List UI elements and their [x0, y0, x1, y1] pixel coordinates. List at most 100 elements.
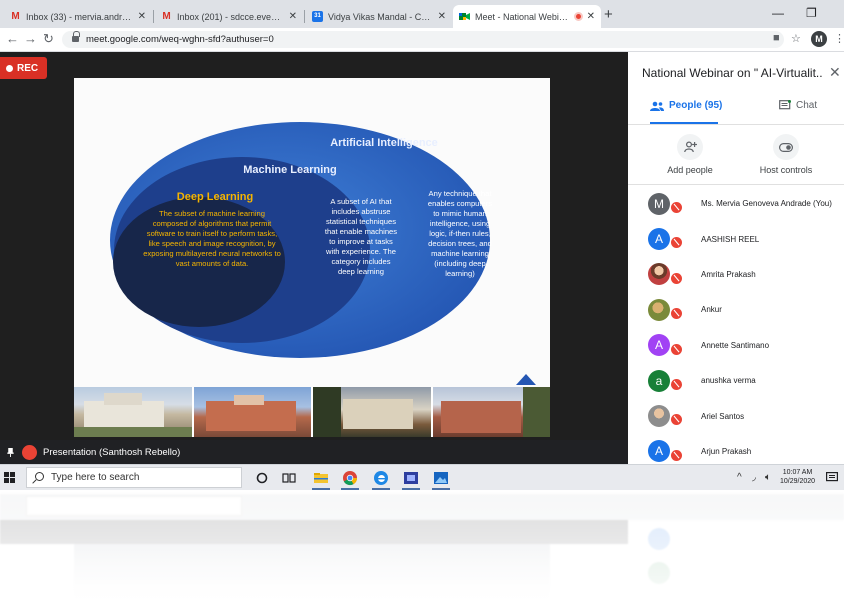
address-bar[interactable]: meet.google.com/weq-wghn-sfd?authuser=0	[62, 31, 784, 48]
participant-name: anushka verma	[701, 376, 756, 386]
reload-icon[interactable]: ↻	[43, 32, 54, 46]
mic-off-icon	[22, 444, 37, 460]
photos-icon[interactable]	[433, 470, 449, 486]
gmail-icon: M	[11, 11, 20, 22]
cortana-icon[interactable]	[254, 470, 270, 486]
tray-chevron-icon[interactable]: ^	[737, 472, 742, 483]
dl-title: Deep Learning	[177, 191, 253, 203]
svg-text:to mimic human: to mimic human	[433, 209, 487, 218]
back-icon[interactable]: ←	[6, 32, 19, 46]
pin-icon[interactable]	[7, 447, 14, 457]
participant-row[interactable]: M Ms. Mervia Genoveva Andrade (You)	[628, 186, 844, 221]
tab-people[interactable]: People (95)	[650, 100, 722, 111]
minimize-icon[interactable]: —	[772, 6, 784, 20]
tab-title: Inbox (33) - mervia.andrade@vvm	[26, 11, 134, 22]
close-icon[interactable]: ✕	[438, 11, 446, 22]
avatar	[648, 405, 670, 428]
campus-photo	[430, 387, 550, 437]
screen-reflection	[0, 490, 844, 612]
avatar: A	[648, 334, 670, 357]
participant-name: Annette Santimano	[701, 340, 770, 350]
chrome-icon[interactable]	[342, 470, 358, 486]
participant-row[interactable]: A Arjun Prakash	[628, 434, 844, 464]
participant-row[interactable]: A AASHISH REEL	[628, 221, 844, 256]
taskbar-search-input[interactable]: Type here to search	[26, 467, 242, 488]
notification-icon[interactable]	[826, 472, 839, 486]
svg-text:includes abstruse: includes abstruse	[331, 207, 390, 216]
file-explorer-icon[interactable]	[313, 470, 329, 486]
edge-icon[interactable]	[373, 470, 389, 486]
tab-inbox-mervia[interactable]: M Inbox (33) - mervia.andrade@vvm ✕	[4, 5, 152, 28]
recording-badge: REC	[0, 57, 47, 79]
participant-list: M Ms. Mervia Genoveva Andrade (You) A AA…	[628, 186, 844, 464]
presentation-bar: Presentation (Santhosh Rebello)	[0, 440, 628, 464]
mic-off-icon	[670, 448, 683, 462]
recording-indicator-icon	[573, 12, 583, 21]
mic-off-icon	[670, 413, 683, 427]
network-icon[interactable]: ◞	[752, 472, 756, 483]
windows-start-icon[interactable]	[4, 472, 16, 484]
svg-text:learning): learning)	[445, 269, 475, 278]
svg-text:logic, if-then rules,: logic, if-then rules,	[429, 229, 491, 238]
meeting-title: National Webinar on " AI-Virtualit...	[642, 66, 822, 80]
forward-icon[interactable]: →	[24, 32, 37, 46]
participant-row[interactable]: Amrita Prakash	[628, 257, 844, 292]
profile-avatar[interactable]: M	[811, 31, 827, 47]
tab-title: Inbox (201) - sdcce.events@vvm	[177, 11, 285, 22]
chat-icon	[779, 100, 791, 110]
calendar-icon: 31	[312, 11, 323, 22]
screen: M Inbox (33) - mervia.andrade@vvm ✕ M In…	[0, 0, 844, 612]
host-controls-button[interactable]: Host controls	[746, 134, 826, 175]
avatar: M	[648, 192, 670, 215]
avatar	[648, 298, 670, 321]
close-icon[interactable]: ✕	[289, 11, 297, 22]
svg-text:Any technique that: Any technique that	[429, 189, 493, 198]
new-tab-button[interactable]: +	[604, 6, 613, 23]
participant-row[interactable]: a anushka verma	[628, 363, 844, 398]
mic-off-icon	[670, 271, 683, 285]
presenter-label: Presentation (Santhosh Rebello)	[43, 446, 181, 458]
app-window-icon[interactable]	[403, 470, 419, 486]
tab-calendar[interactable]: 31 Vidya Vikas Mandal - Calendar - ✕	[306, 5, 452, 28]
people-panel: National Webinar on " AI-Virtualit... ✕ …	[628, 52, 844, 464]
tab-chat[interactable]: Chat	[779, 100, 817, 111]
close-icon[interactable]: ✕	[587, 11, 595, 22]
decorative-triangle	[516, 374, 536, 385]
participant-row[interactable]: A Annette Santimano	[628, 328, 844, 363]
svg-text:statistical techniques: statistical techniques	[326, 217, 396, 226]
svg-text:enables computers: enables computers	[428, 199, 492, 208]
presentation-slide: Artificial Intelligence Machine Learning…	[74, 78, 550, 437]
system-clock[interactable]: 10:07 AM 10/29/2020	[780, 468, 815, 486]
svg-text:deep learning: deep learning	[338, 267, 384, 276]
participant-row[interactable]: Ankur	[628, 292, 844, 327]
campus-photo-strip	[74, 387, 550, 437]
mic-off-icon	[670, 201, 683, 214]
svg-text:with experience. The: with experience. The	[325, 247, 396, 256]
mic-off-icon	[670, 342, 683, 356]
ai-description: Any technique that enables computers to …	[428, 189, 492, 278]
svg-text:intelligence, using: intelligence, using	[430, 219, 490, 228]
participant-row[interactable]: Ariel Santos	[628, 398, 844, 433]
search-icon	[35, 472, 44, 481]
participant-name: Ms. Mervia Genoveva Andrade (You)	[701, 199, 832, 209]
bookmark-star-icon[interactable]: ☆	[791, 32, 801, 45]
close-icon[interactable]: ✕	[138, 11, 146, 22]
tab-inbox-sdcce[interactable]: M Inbox (201) - sdcce.events@vvm ✕	[155, 5, 303, 28]
close-icon[interactable]: ✕	[829, 64, 841, 81]
camera-icon[interactable]: ■	[773, 32, 780, 44]
avatar: A	[648, 228, 670, 251]
search-placeholder: Type here to search	[51, 472, 140, 483]
participant-name: Ankur	[701, 305, 722, 315]
tab-meet[interactable]: Meet - National Webinar on ✕	[453, 5, 601, 28]
add-people-button[interactable]: Add people	[650, 134, 730, 175]
add-person-icon	[677, 134, 703, 160]
participant-name: AASHISH REEL	[701, 234, 760, 244]
svg-text:A subset of AI that: A subset of AI that	[330, 197, 392, 206]
task-view-icon[interactable]	[281, 470, 297, 486]
tab-title: Meet - National Webinar on	[475, 11, 571, 22]
avatar	[648, 263, 670, 286]
svg-text:vast amounts of data.: vast amounts of data.	[176, 259, 249, 268]
menu-kebab-icon[interactable]: ⋮	[834, 32, 844, 45]
volume-icon[interactable]: 🔈︎	[765, 472, 771, 483]
restore-icon[interactable]: ❐	[806, 6, 817, 20]
